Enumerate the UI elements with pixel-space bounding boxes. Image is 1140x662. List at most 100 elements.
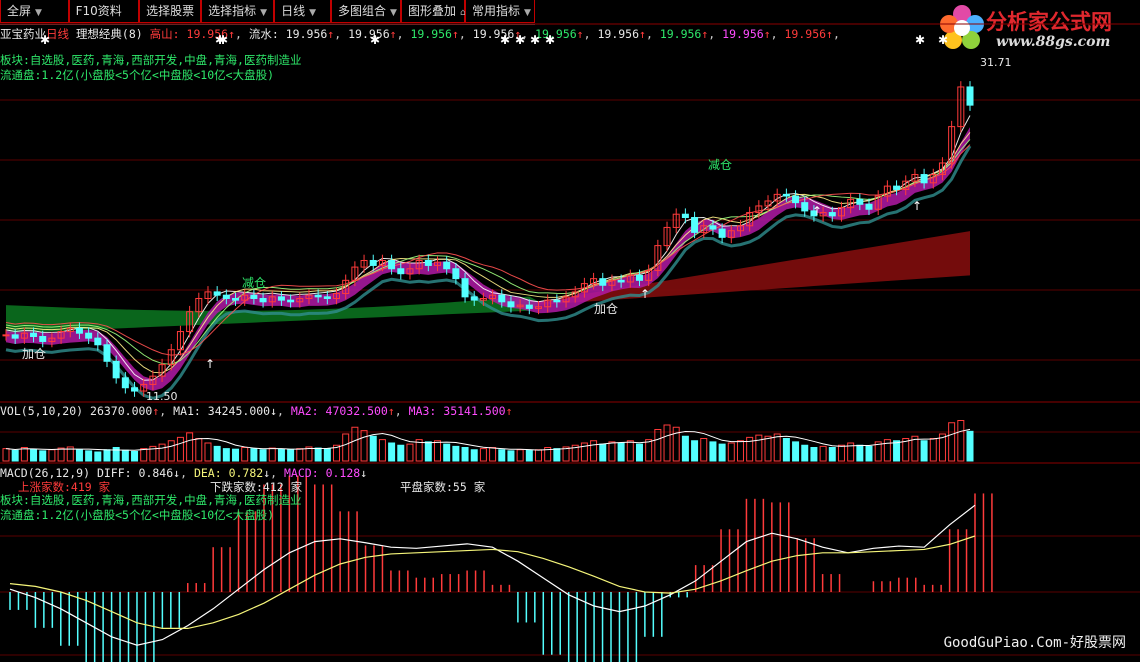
candle-body [369, 259, 377, 266]
volume-bar [810, 447, 818, 462]
star-marker: ✱ [938, 33, 948, 47]
volume-bar [553, 448, 561, 462]
volume-bar [837, 444, 845, 462]
volume-bar [599, 443, 607, 462]
volume-bar [434, 440, 442, 462]
volume-bar [30, 448, 38, 462]
candle-body [893, 185, 901, 190]
star-marker: ✱ [530, 33, 540, 47]
macd-label: MACD(26,12,9) [0, 466, 91, 480]
chart-canvas: ✱ ✱✱ ✱ ✱ ✱ ✱ ✱ ✱ ✱↑↑↑ ↑ [0, 23, 1140, 662]
candle-body [121, 377, 129, 389]
candle-body [443, 261, 451, 270]
candle-body [222, 294, 230, 299]
macd-diff-line [9, 504, 976, 646]
candle-body [792, 195, 800, 204]
candle-body [11, 334, 19, 339]
volume-bar [663, 424, 671, 462]
volume-bar [287, 449, 295, 462]
volume-bar [241, 447, 249, 462]
volume-bar [608, 441, 616, 462]
candle-body [314, 294, 322, 298]
volume-bar [718, 443, 726, 462]
macd-value: 0.128 [325, 466, 361, 480]
macd-dea-line [9, 535, 976, 629]
ma-line [5, 139, 971, 365]
volume-bar [360, 430, 368, 462]
candle-body [259, 297, 267, 303]
buy-arrow: ↑ [912, 199, 922, 213]
volume-bar [479, 448, 487, 462]
volume-bar [819, 445, 827, 462]
volume-bar [443, 443, 451, 462]
liutong-info-2: 流通盘:1.2亿(小盘股<5个亿<中盘股<10亿<大盘股) [0, 508, 275, 522]
volume-bar [709, 441, 717, 462]
volume-bar [470, 449, 478, 462]
candle-body [85, 332, 93, 339]
candle-body [920, 174, 928, 184]
candle-body [709, 225, 717, 230]
volume-bar [186, 432, 194, 462]
volume-bar [534, 449, 542, 462]
candle-body [856, 198, 864, 205]
vol-value: 26370.000 [90, 404, 153, 418]
volume-bar [736, 440, 744, 462]
volume-bar [323, 448, 331, 462]
candle-body [599, 278, 607, 286]
volume-bar [507, 450, 515, 462]
volume-bar [635, 443, 643, 462]
volume-bar [268, 447, 276, 462]
candle-body [553, 299, 561, 303]
volume-bar [498, 449, 506, 462]
ma2-label: MA2: [290, 404, 319, 418]
candle-body [287, 299, 295, 303]
volume-bar [103, 449, 111, 462]
candle-body [424, 259, 432, 266]
volume-bar [654, 429, 662, 462]
volume-bar [85, 450, 93, 462]
volume-bar [195, 438, 203, 462]
buy-arrow: ↑ [640, 287, 650, 301]
volume-bar [2, 448, 10, 462]
candle-body [635, 274, 643, 281]
volume-bar [828, 447, 836, 462]
jiacang-label-2: 加仓 [594, 302, 619, 316]
volume-bar [801, 444, 809, 462]
diff-value: 0.846 [138, 466, 174, 480]
high-price-label: 31.71 [980, 56, 1012, 69]
jiancang-label-2: 减仓 [708, 158, 733, 172]
dea-label: DEA: [193, 466, 222, 480]
candle-body [213, 291, 221, 296]
volume-bar [700, 438, 708, 462]
volume-bar [131, 450, 139, 462]
ma2-value: 47032.500 [325, 404, 388, 418]
volume-bar [966, 430, 974, 462]
volume-bar [48, 449, 56, 462]
volume-bar [342, 433, 350, 462]
volume-bar [378, 439, 386, 462]
ma1-label: MA1: [173, 404, 201, 418]
volume-bar [204, 442, 212, 462]
candle-body [75, 327, 83, 334]
volume-bar [617, 442, 625, 462]
volume-bar [645, 439, 653, 462]
ma-line [5, 132, 971, 374]
volume-bar [75, 449, 83, 462]
star-marker: ✱ [500, 33, 510, 47]
candle-body [966, 86, 974, 106]
volume-bar [929, 438, 937, 462]
vol-label: VOL(5,10,20) [0, 404, 84, 418]
volume-bar [755, 434, 763, 462]
flat-count: 平盘家数:55 家 [400, 480, 486, 494]
dea-value: 0.782 [228, 466, 264, 480]
volume-bar [277, 448, 285, 462]
star-marker: ✱ [370, 33, 380, 47]
candle-body [718, 228, 726, 238]
candle-body [250, 294, 258, 299]
volume-bar [773, 433, 781, 462]
bankuai-info-2: 板块:自选股,医药,青海,西部开发,中盘,青海,医药制造业 [0, 493, 302, 507]
volume-bar [11, 449, 19, 462]
volume-bar [167, 440, 175, 462]
candle-body [691, 217, 699, 233]
low-price-label: 11.50 [146, 390, 178, 403]
